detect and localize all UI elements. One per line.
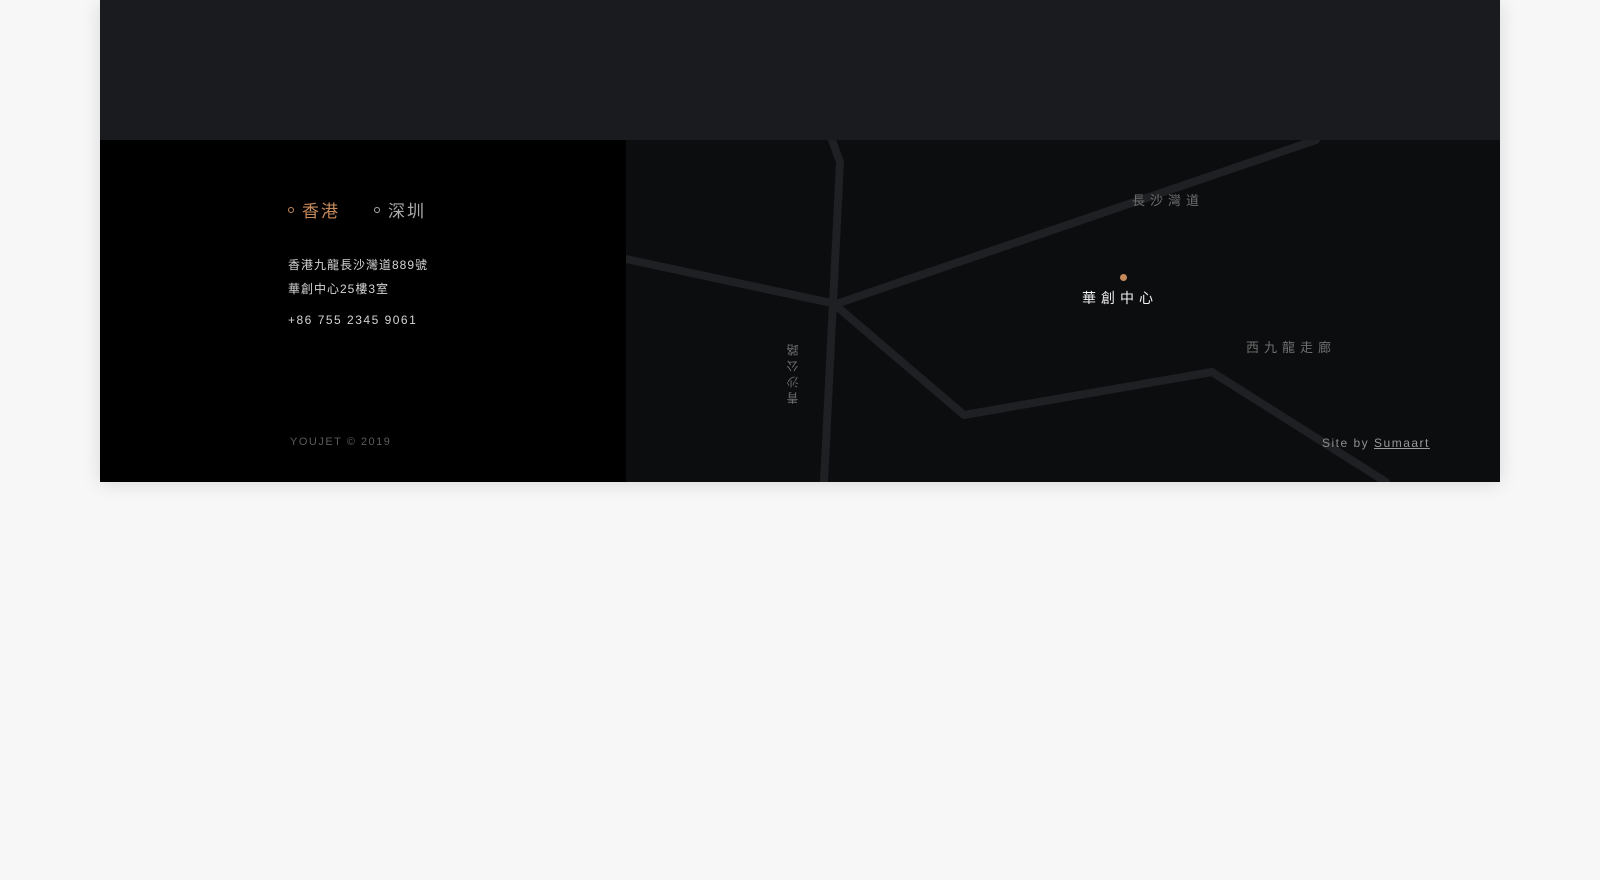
tab-hong-kong-label: 香港	[302, 202, 340, 221]
map-label-qingsha-highway: 青沙公路	[786, 340, 800, 404]
address: 香港九龍長沙灣道889號 華創中心25樓3室	[288, 253, 428, 301]
map-roads	[626, 140, 1390, 482]
page-frame: 香港 深圳 香港九龍長沙灣道889號 華創中心25樓3室 +86 755 234…	[100, 0, 1500, 482]
credit-link-sumaart[interactable]: Sumaart	[1374, 436, 1430, 450]
address-line-2: 華創中心25樓3室	[288, 282, 390, 296]
road-changsha-wan	[626, 140, 1320, 308]
tab-hong-kong[interactable]: 香港	[288, 197, 340, 222]
phone-number[interactable]: +86 755 2345 9061	[288, 313, 417, 327]
road-west-kowloon-corridor	[830, 300, 1390, 482]
contact-panel: 香港 深圳 香港九龍長沙灣道889號 華創中心25樓3室 +86 755 234…	[100, 140, 626, 482]
address-line-1: 香港九龍長沙灣道889號	[288, 258, 429, 272]
location-pin-icon[interactable]	[1120, 274, 1127, 281]
tab-shenzhen[interactable]: 深圳	[374, 197, 426, 222]
map[interactable]: 長沙灣道 華創中心 西九龍走廊 青沙公路 Site by Sumaart	[626, 140, 1500, 482]
map-label-changsha-wan-road: 長沙灣道	[1132, 193, 1205, 208]
bullet-icon	[288, 206, 294, 213]
copyright: YOUJET © 2019	[290, 436, 392, 448]
top-band	[100, 0, 1500, 140]
map-label-west-kowloon-corridor: 西九龍走廊	[1246, 340, 1337, 355]
tab-shenzhen-label: 深圳	[388, 202, 426, 221]
city-tabs: 香港 深圳	[288, 197, 426, 222]
credit-prefix: Site by	[1322, 436, 1370, 450]
map-label-office: 華創中心	[1082, 290, 1158, 306]
site-credit: Site by Sumaart	[1322, 436, 1430, 450]
bullet-icon	[374, 206, 380, 213]
